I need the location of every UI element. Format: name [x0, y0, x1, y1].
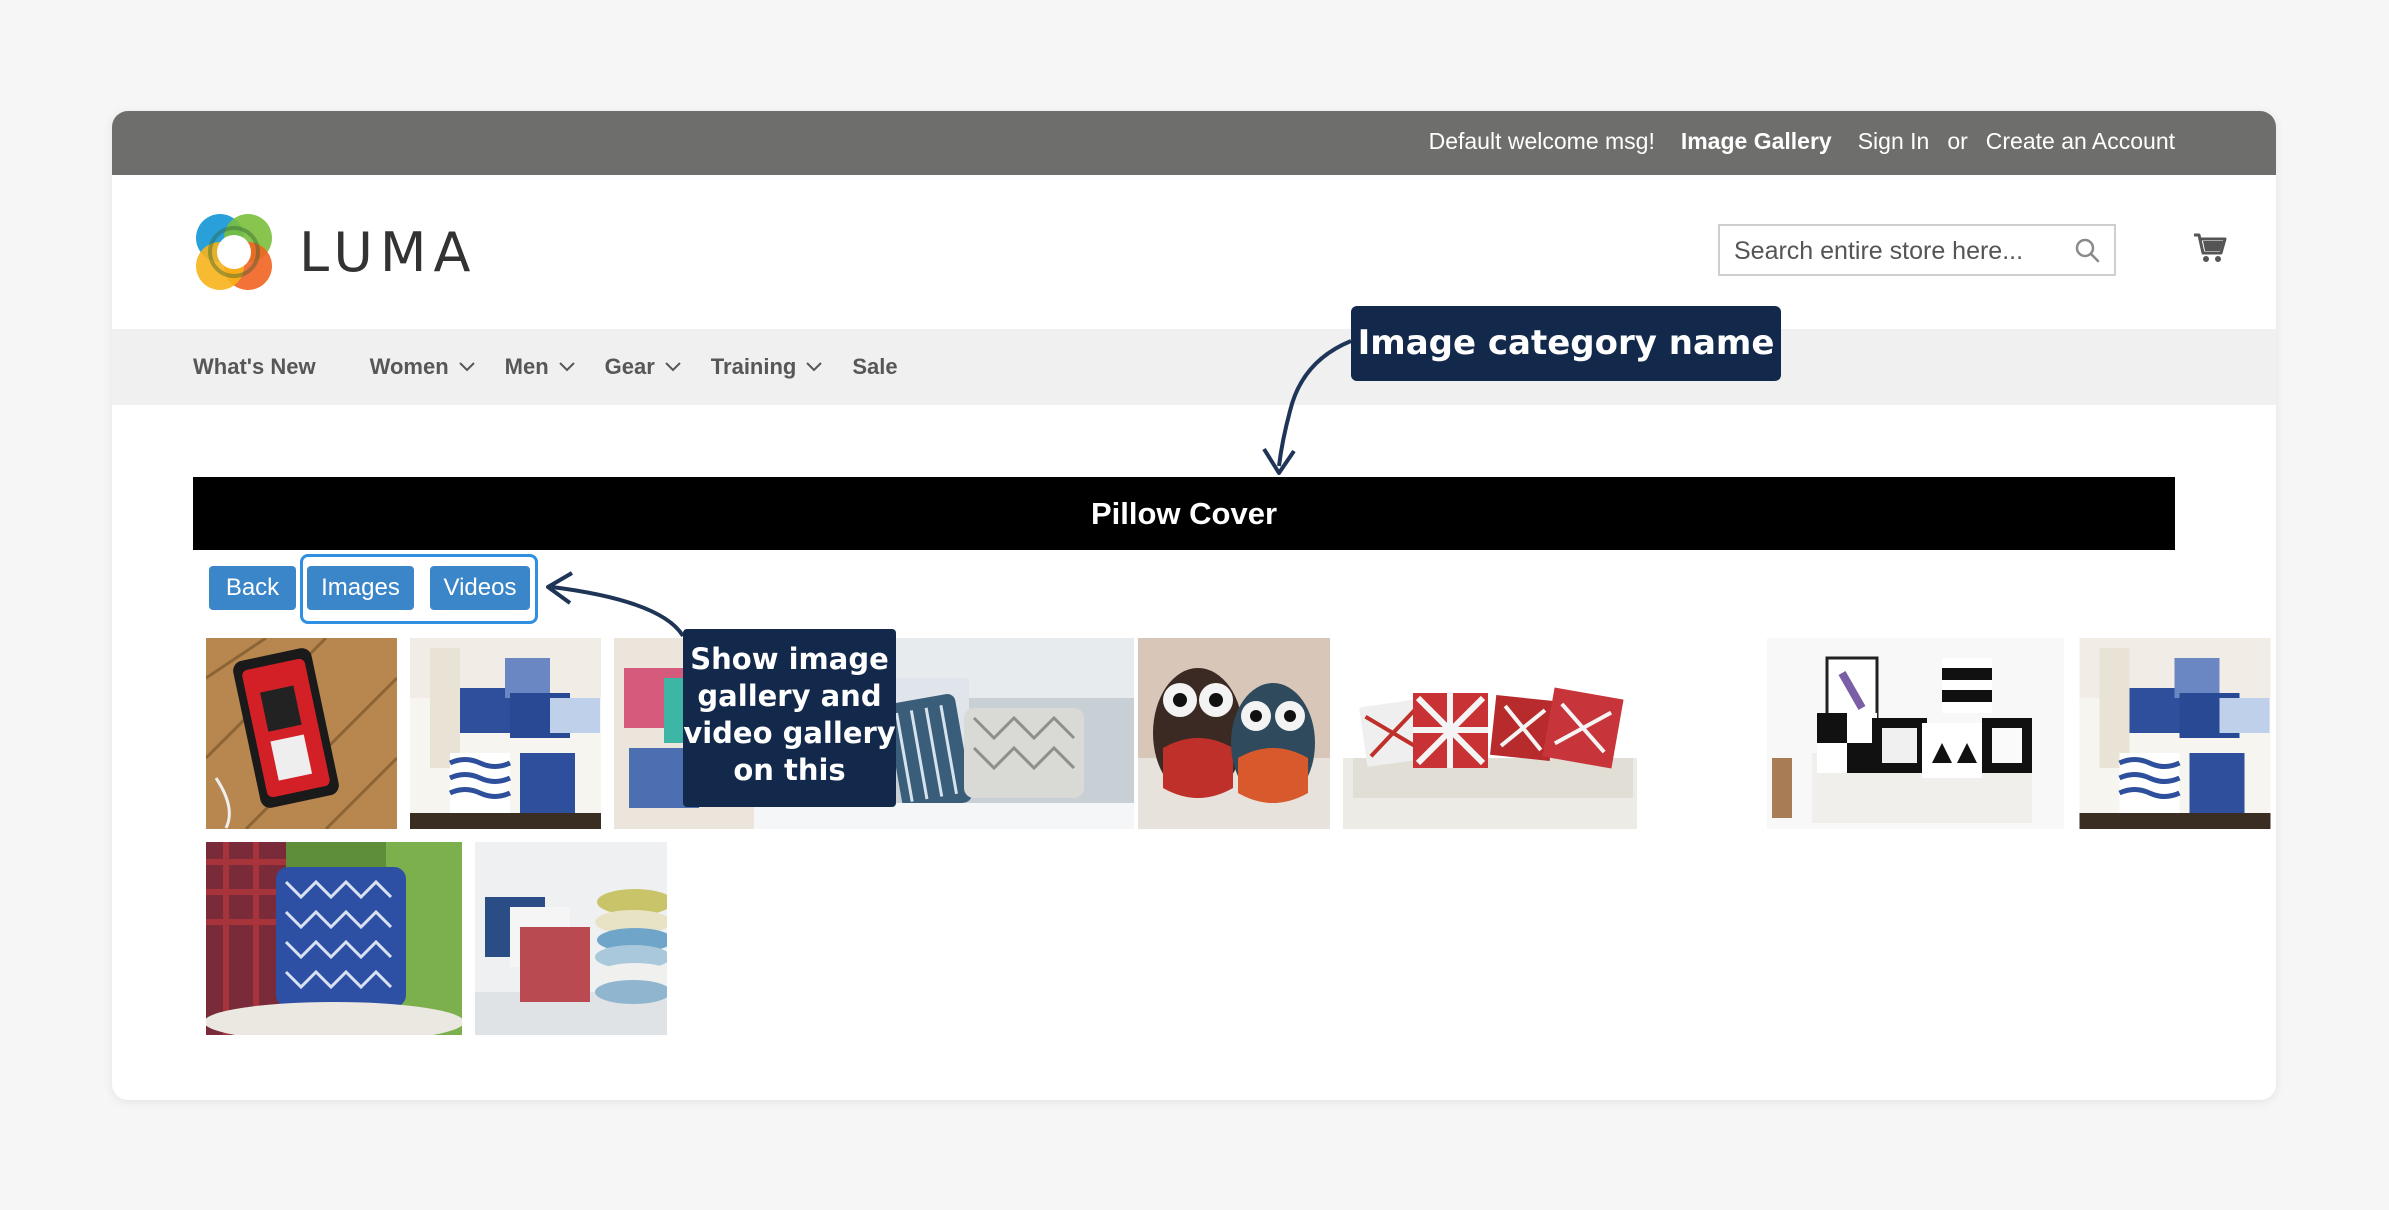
- gallery-thumbnail-red-white-pillows[interactable]: [1343, 638, 1637, 829]
- logo-text[interactable]: LUMA: [299, 221, 477, 284]
- category-title-bar: Pillow Cover: [193, 477, 2175, 550]
- nav-item-sale[interactable]: Sale: [852, 354, 897, 380]
- main-navigation: What's New Women Men Gear Training Sale: [112, 329, 2276, 405]
- videos-button[interactable]: Videos: [430, 566, 530, 610]
- gallery-thumbnail-owl-pillows[interactable]: [1138, 638, 1330, 829]
- search-icon[interactable]: [2074, 237, 2100, 263]
- nav-item-whats-new[interactable]: What's New: [193, 354, 316, 380]
- gallery-thumbnail-blue-pattern-pillow[interactable]: [206, 842, 462, 1035]
- cart-icon[interactable]: [2192, 229, 2228, 265]
- back-button[interactable]: Back: [209, 566, 296, 610]
- welcome-message: Default welcome msg!: [1428, 128, 1655, 154]
- gallery-thumbnail-stacked-pillows[interactable]: [475, 842, 667, 1035]
- search-box[interactable]: [1718, 224, 2116, 276]
- gallery-thumbnail-phone-case[interactable]: [206, 638, 397, 829]
- category-name-callout: Image category name: [1351, 306, 1781, 381]
- sign-in-link[interactable]: Sign In: [1858, 128, 1930, 155]
- nav-item-gear[interactable]: Gear: [605, 354, 681, 380]
- nav-item-label: Gear: [604, 354, 655, 379]
- nav-item-label: Women: [369, 354, 449, 379]
- category-arrowhead: [1262, 447, 1296, 475]
- image-gallery-link[interactable]: Image Gallery: [1681, 128, 1832, 155]
- top-links: Default welcome msg! Image Gallery Sign …: [1429, 128, 2175, 155]
- images-button[interactable]: Images: [307, 566, 414, 610]
- or-text: or: [1947, 128, 1968, 154]
- chevron-down-icon: [806, 362, 823, 372]
- site-header: LUMA: [112, 175, 2276, 329]
- browser-window: Default welcome msg! Image Gallery Sign …: [112, 111, 2276, 1100]
- nav-item-label: Men: [504, 354, 549, 379]
- nav-item-men[interactable]: Men: [505, 354, 575, 380]
- create-account-link[interactable]: Create an Account: [1986, 128, 2175, 155]
- nav-item-label: Sale: [852, 354, 898, 379]
- gallery-callout: Show image gallery and video gallery on …: [683, 629, 896, 807]
- category-title: Pillow Cover: [1090, 496, 1278, 531]
- nav-item-label: What's New: [193, 354, 316, 379]
- gallery-thumbnail-blue-pillows-sofa-2[interactable]: [2077, 638, 2273, 829]
- gallery-thumbnail-blue-pillows-sofa[interactable]: [410, 638, 601, 829]
- gallery-arrow: [551, 585, 685, 638]
- chevron-down-icon: [665, 362, 681, 372]
- search-input[interactable]: [1732, 226, 2066, 276]
- chevron-down-icon: [458, 362, 475, 372]
- luma-logo-icon[interactable]: [192, 210, 276, 294]
- gallery-thumbnail-black-white-pillows[interactable]: [1767, 638, 2064, 829]
- top-bar: Default welcome msg! Image Gallery Sign …: [112, 111, 2276, 175]
- chevron-down-icon: [558, 362, 575, 372]
- nav-item-label: Training: [710, 354, 797, 379]
- nav-item-training[interactable]: Training: [711, 354, 823, 380]
- nav-item-women[interactable]: Women: [370, 354, 475, 380]
- gallery-arrowhead: [546, 571, 574, 605]
